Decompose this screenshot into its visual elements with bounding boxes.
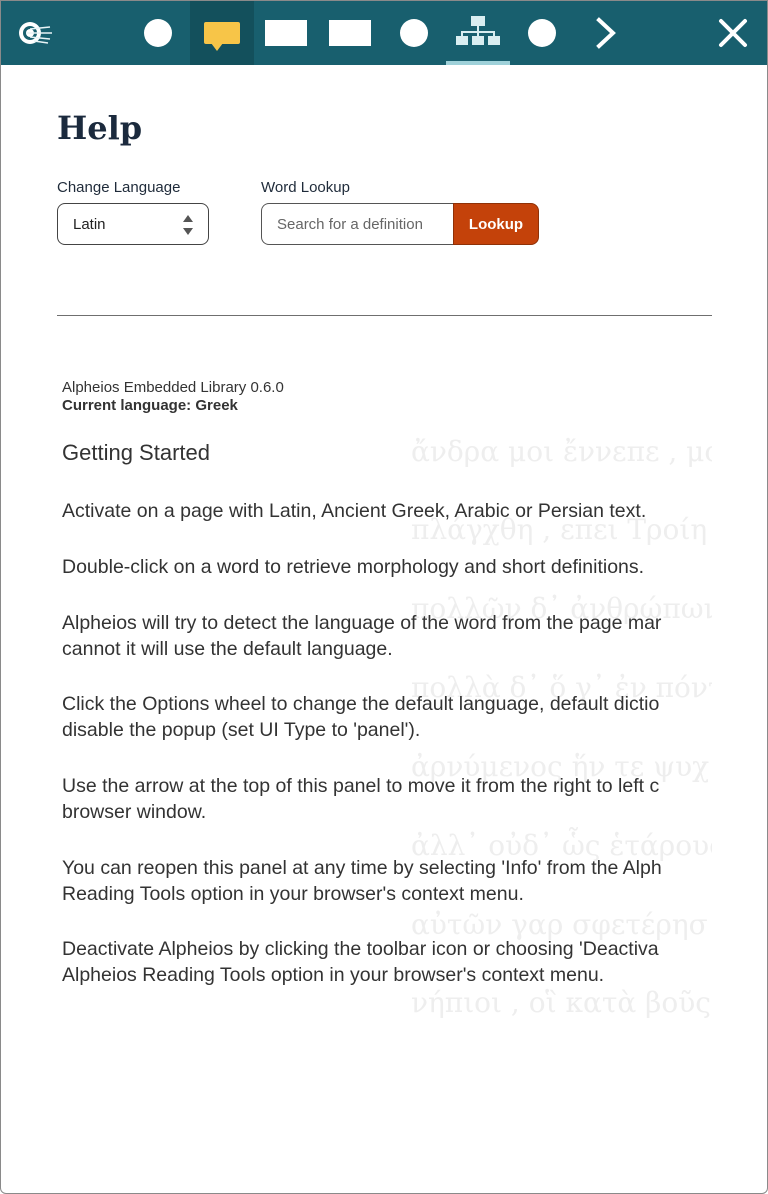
- help-line: Alpheios Reading Tools option in your br…: [62, 964, 605, 986]
- help-paragraph: Alpheios will try to detect the language…: [62, 610, 661, 662]
- change-language-label: Change Language: [57, 179, 181, 196]
- tab-morphology[interactable]: [126, 1, 190, 65]
- help-line: browser window.: [62, 801, 207, 823]
- close-button[interactable]: [701, 1, 765, 65]
- lookup-button[interactable]: Lookup: [453, 203, 539, 245]
- select-arrows-icon: [183, 215, 193, 235]
- tab-info[interactable]: [190, 1, 254, 65]
- divider: [57, 315, 712, 316]
- greek-line: νήπιοι , οἳ κατὰ βοῦς: [411, 986, 711, 1019]
- circle-icon: [144, 19, 172, 47]
- help-paragraph: Double-click on a word to retrieve morph…: [62, 554, 644, 580]
- help-paragraph: Activate on a page with Latin, Ancient G…: [62, 498, 646, 524]
- search-input[interactable]: [261, 203, 453, 245]
- help-line: Double-click on a word to retrieve morph…: [62, 556, 645, 578]
- close-icon: [719, 19, 747, 47]
- help-line: Alpheios will try to detect the language…: [62, 612, 662, 634]
- chevron-right-icon: [596, 17, 616, 49]
- tab-tree[interactable]: [446, 1, 510, 65]
- rectangle-icon: [329, 20, 371, 46]
- current-language-text: Current language: Greek: [62, 397, 238, 414]
- getting-started-heading: Getting Started: [62, 440, 210, 465]
- help-line: cannot it will use the default language.: [62, 638, 393, 660]
- help-paragraph: Deactivate Alpheios by clicking the tool…: [62, 936, 659, 988]
- tab-definitions[interactable]: [254, 1, 318, 65]
- help-panel: Help Change Language Latin Word Lookup L…: [0, 0, 768, 1194]
- alpheios-logo-icon[interactable]: [9, 1, 63, 65]
- help-content: ἄνδρα μοι ἔννεπε , μο πλάγχθη , επει Τρο…: [57, 371, 712, 1071]
- speech-bubble-icon: [204, 22, 240, 51]
- language-select-value: Latin: [73, 215, 106, 233]
- version-text: Alpheios Embedded Library 0.6.0: [62, 379, 284, 396]
- page-title: Help: [57, 109, 143, 147]
- tab-inflections[interactable]: [318, 1, 382, 65]
- move-panel-button[interactable]: [574, 1, 638, 65]
- help-line: Deactivate Alpheios by clicking the tool…: [62, 938, 659, 960]
- word-lookup-label: Word Lookup: [261, 179, 350, 196]
- language-select[interactable]: Latin: [57, 203, 209, 245]
- help-paragraph: Click the Options wheel to change the de…: [62, 691, 659, 743]
- hierarchy-icon: [456, 16, 500, 45]
- active-underline: [446, 61, 510, 65]
- help-line: Activate on a page with Latin, Ancient G…: [62, 500, 647, 522]
- tab-grammar[interactable]: [382, 1, 446, 65]
- help-line: You can reopen this panel at any time by…: [62, 857, 662, 879]
- help-line: Reading Tools option in your browser's c…: [62, 883, 524, 905]
- help-line: Click the Options wheel to change the de…: [62, 693, 660, 715]
- circle-icon: [400, 19, 428, 47]
- greek-line: ἄνδρα μοι ἔννεπε , μο: [411, 435, 712, 468]
- circle-icon: [528, 19, 556, 47]
- help-paragraph: You can reopen this panel at any time by…: [62, 855, 662, 907]
- help-line: Use the arrow at the top of this panel t…: [62, 775, 660, 797]
- rectangle-icon: [265, 20, 307, 46]
- help-paragraph: Use the arrow at the top of this panel t…: [62, 773, 659, 825]
- toolbar: [1, 1, 767, 65]
- help-line: disable the popup (set UI Type to 'panel…: [62, 719, 421, 741]
- tab-options[interactable]: [510, 1, 574, 65]
